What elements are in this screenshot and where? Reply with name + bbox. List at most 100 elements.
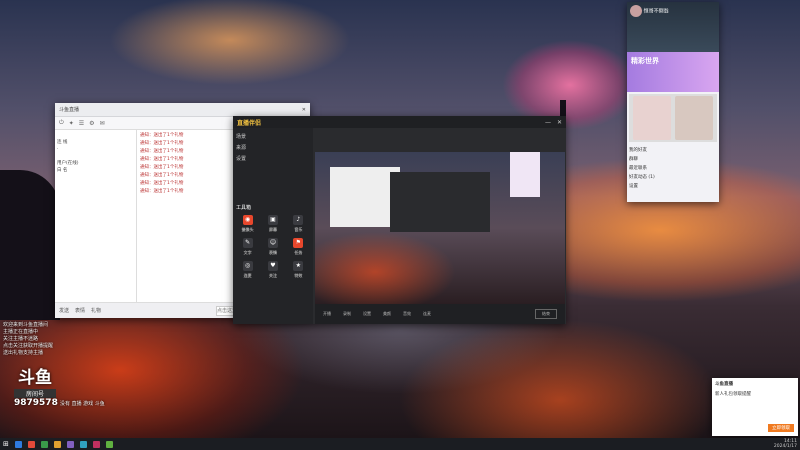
popup-text: 新人礼包领取提醒 xyxy=(715,392,751,397)
list-item[interactable]: 好友动态 (1) xyxy=(629,173,717,182)
mail-icon[interactable]: ✉ xyxy=(100,120,105,127)
control-audio[interactable]: 音效 xyxy=(403,311,411,317)
taskbar-app-icon[interactable] xyxy=(53,440,61,448)
taskbar-app-icon[interactable] xyxy=(40,440,48,448)
contact-item[interactable] xyxy=(57,153,134,160)
tool-label: 文字 xyxy=(243,250,252,255)
room-label: 房间号 xyxy=(14,389,56,398)
douyu-brand: 斗鱼 房间号 9879578 xyxy=(14,363,58,423)
music-icon: ♪ xyxy=(293,215,304,225)
sidebar-item-scene[interactable]: 场景 xyxy=(236,131,310,142)
minimize-icon[interactable]: — xyxy=(545,119,551,126)
overlay-line: 关注主播不迷路 xyxy=(3,336,39,342)
qq-nickname: 恒哥不倒翁 xyxy=(643,8,669,15)
control-start[interactable]: 开播 xyxy=(323,311,331,317)
contact-item[interactable]: 白 名 xyxy=(57,167,134,174)
tool-label: 屏幕 xyxy=(268,227,277,232)
taskbar-app-icon[interactable] xyxy=(14,440,22,448)
contact-list: 连 线 · 用户(在线) 白 名 xyxy=(55,130,137,302)
close-icon[interactable]: ✕ xyxy=(302,107,306,113)
tool-label: 音乐 xyxy=(294,227,303,232)
tool-task[interactable]: ⚑ 任务 xyxy=(287,238,310,256)
qq-banner[interactable]: 精彩世界 xyxy=(627,52,719,92)
tools-grid: ◉ 摄像头 ▣ 屏幕 ♪ 音乐 ✎ 文字 ☺ 表情 ⚑ 任务 ◎ 连麦 ♥ 关注 ★ 特效 xyxy=(236,215,310,279)
emoji-button[interactable]: 表情 xyxy=(75,307,85,314)
qq-header: 恒哥不倒翁 xyxy=(627,2,719,52)
contact-item[interactable] xyxy=(57,132,134,139)
gear-icon[interactable]: ⚙ xyxy=(89,120,94,127)
tool-label: 特效 xyxy=(294,273,303,278)
tool-label: 关注 xyxy=(268,273,277,278)
tool-label: 连麦 xyxy=(243,273,252,278)
tool-label: 表情 xyxy=(268,250,277,255)
taskbar-app-icon[interactable] xyxy=(79,440,87,448)
target-icon: ◎ xyxy=(242,261,253,271)
flag-icon: ⚑ xyxy=(293,238,304,248)
tool-follow[interactable]: ♥ 关注 xyxy=(261,261,284,279)
tool-label: 任务 xyxy=(294,250,303,255)
taskbar-app-icon[interactable] xyxy=(66,440,74,448)
pencil-icon: ✎ xyxy=(242,238,253,248)
tool-screen[interactable]: ▣ 屏幕 xyxy=(261,215,284,233)
popup-button[interactable]: 立即领取 xyxy=(768,424,794,432)
chat-title: 斗鱼直播 xyxy=(59,107,80,113)
taskbar-app-icon[interactable] xyxy=(27,440,35,448)
control-settings[interactable]: 设置 xyxy=(363,311,371,317)
preview-nested-window xyxy=(510,152,540,197)
star-icon: ★ xyxy=(293,261,304,271)
tools-title: 工具箱 xyxy=(236,205,252,211)
tool-mic[interactable]: ◎ 连麦 xyxy=(236,261,259,279)
list-item[interactable]: 设置 xyxy=(629,182,717,191)
stream-tool-header: 直播伴侣 — ✕ xyxy=(233,116,566,128)
wallpaper-cliff xyxy=(0,170,60,320)
overlay-line: 点击关注获取开播提醒 xyxy=(3,343,54,349)
screen-icon: ▣ xyxy=(267,215,278,225)
control-beauty[interactable]: 美颜 xyxy=(383,311,391,317)
tool-text[interactable]: ✎ 文字 xyxy=(236,238,259,256)
list-item[interactable]: 我的好友 xyxy=(629,146,717,155)
qq-ad-image[interactable] xyxy=(629,94,717,142)
chat-titlebar: 斗鱼直播 ✕ xyxy=(55,103,310,117)
control-record[interactable]: 录制 xyxy=(343,311,351,317)
contact-item[interactable] xyxy=(57,174,134,181)
douyu-logo: 斗鱼 xyxy=(18,368,52,388)
list-item[interactable]: 最近联系 xyxy=(629,164,717,173)
stream-overlay-text: 欢迎来到斗鱼直播间 主播正在直播中 关注主播不迷路 点击关注获取开播提醒 送出礼… xyxy=(3,322,123,357)
stream-preview xyxy=(315,152,565,304)
windows-start-icon[interactable]: ⊞ xyxy=(3,440,9,448)
control-link[interactable]: 连麦 xyxy=(423,311,431,317)
smile-icon: ☺ xyxy=(267,238,278,248)
ad-photo xyxy=(675,96,713,140)
taskbar-app-icon[interactable] xyxy=(92,440,100,448)
tool-camera[interactable]: ◉ 摄像头 xyxy=(236,215,259,233)
sidebar-item-source[interactable]: 来源 xyxy=(236,142,310,153)
tool-music[interactable]: ♪ 音乐 xyxy=(287,215,310,233)
app-name: 直播伴侣 xyxy=(237,119,262,127)
tool-emoji[interactable]: ☺ 表情 xyxy=(261,238,284,256)
qq-list: 我的好友 群聊 最近联系 好友动态 (1) 设置 xyxy=(627,144,719,193)
menu-icon[interactable]: ☰ xyxy=(79,120,84,127)
close-icon[interactable]: ✕ xyxy=(557,119,562,126)
ad-photo xyxy=(633,96,671,140)
contact-item[interactable] xyxy=(57,181,134,188)
avatar[interactable] xyxy=(630,5,642,17)
contact-item[interactable]: 连 线 xyxy=(57,139,134,146)
sidebar-item-settings[interactable]: 设置 xyxy=(236,153,310,164)
overlay-line: 送出礼物支持主播 xyxy=(3,350,44,356)
clock-date: 2024/1/17 xyxy=(773,444,797,449)
preview-nested-window xyxy=(390,172,490,232)
tool-effect[interactable]: ★ 特效 xyxy=(287,261,310,279)
stop-button[interactable]: 结束 xyxy=(535,309,557,319)
power-icon[interactable]: ⏻ xyxy=(59,119,64,127)
contact-item[interactable]: 用户(在线) xyxy=(57,160,134,167)
notification-popup: 斗鱼直播 新人礼包领取提醒 立即领取 xyxy=(712,378,798,436)
control-bar: 开播 录制 设置 美颜 音效 连麦 结束 xyxy=(315,304,565,324)
star-icon[interactable]: ✦ xyxy=(69,120,74,127)
taskbar-app-icon[interactable] xyxy=(105,440,113,448)
gift-button[interactable]: 礼物 xyxy=(91,307,101,314)
taskbar-clock[interactable]: 14:11 2024/1/17 xyxy=(774,439,797,449)
overlay-line: 欢迎来到斗鱼直播间 xyxy=(3,322,49,328)
contact-item[interactable]: · xyxy=(57,146,134,153)
send-button[interactable]: 发送 xyxy=(59,307,69,314)
list-item[interactable]: 群聊 xyxy=(629,155,717,164)
